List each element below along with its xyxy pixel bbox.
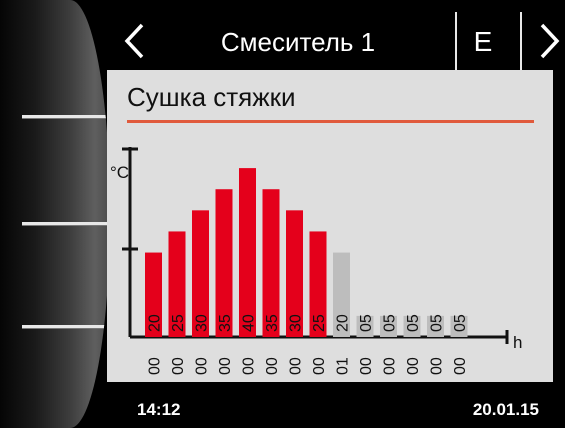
forward-arrow-button[interactable]: [536, 22, 562, 65]
bar-value-label: 40: [241, 314, 258, 332]
bar-value-label: 30: [194, 314, 211, 332]
nav-divider: [520, 12, 522, 70]
bar-value-label: 30: [288, 314, 305, 332]
x-tick-label: 00: [217, 357, 234, 375]
x-tick-label: 01: [335, 357, 352, 375]
content-panel: Сушка стяжки °C h 20 00 25 00 30 00 35 00 40 00 35 00…: [107, 70, 553, 382]
bar-value-label: 05: [382, 314, 399, 332]
chevron-right-icon: [540, 23, 560, 59]
softkey-1[interactable]: [22, 115, 110, 118]
nav-divider: [455, 12, 457, 70]
x-tick-label: 00: [288, 357, 305, 375]
x-tick-label: 00: [429, 357, 446, 375]
controller-display: Смеситель 1 E Сушка стяжки °C h 20 00 25 00 30…: [0, 0, 565, 428]
bar-value-label: 05: [358, 314, 375, 332]
x-tick-label: 00: [194, 357, 211, 375]
x-tick-label: 00: [311, 357, 328, 375]
softkey-2[interactable]: [22, 222, 110, 225]
x-tick-label: 00: [382, 357, 399, 375]
x-tick-label: 00: [264, 357, 281, 375]
bar-value-label: 05: [429, 314, 446, 332]
page-title: Смеситель 1: [220, 27, 376, 57]
top-navigation-bar: Смеситель 1 E: [100, 0, 565, 70]
bar-value-label: 05: [405, 314, 422, 332]
x-tick-label: 00: [147, 357, 164, 375]
bar-value-label: 20: [335, 314, 352, 332]
status-date: 20.01.15: [472, 400, 539, 419]
softkey-bezel: [0, 0, 110, 428]
status-bar: 14:12 20.01.15: [100, 382, 565, 428]
bar-value-label: 20: [147, 314, 164, 332]
x-tick-label: 00: [358, 357, 375, 375]
bar-value-label: 05: [452, 314, 469, 332]
x-tick-label: 00: [452, 357, 469, 375]
x-tick-label: 00: [170, 357, 187, 375]
bar-value-label: 35: [217, 314, 234, 332]
chart-bar: [239, 168, 256, 337]
status-time: 14:12: [137, 400, 181, 419]
back-arrow-button[interactable]: [122, 22, 148, 65]
x-tick-label: 00: [405, 357, 422, 375]
bar-value-label: 25: [311, 314, 328, 332]
screed-drying-chart: °C h 20 00 25 00 30 00 35 00 40 00 35 00 30 00 25 00 20 01 0…: [110, 147, 522, 375]
x-axis-label: h: [513, 333, 522, 352]
softkey-3[interactable]: [22, 325, 110, 328]
bar-value-label: 35: [264, 314, 281, 332]
mode-e-button[interactable]: E: [460, 26, 506, 58]
chevron-left-icon: [124, 23, 144, 59]
bar-value-label: 25: [170, 314, 187, 332]
y-axis-label: °C: [110, 163, 129, 182]
x-tick-label: 00: [241, 357, 258, 375]
